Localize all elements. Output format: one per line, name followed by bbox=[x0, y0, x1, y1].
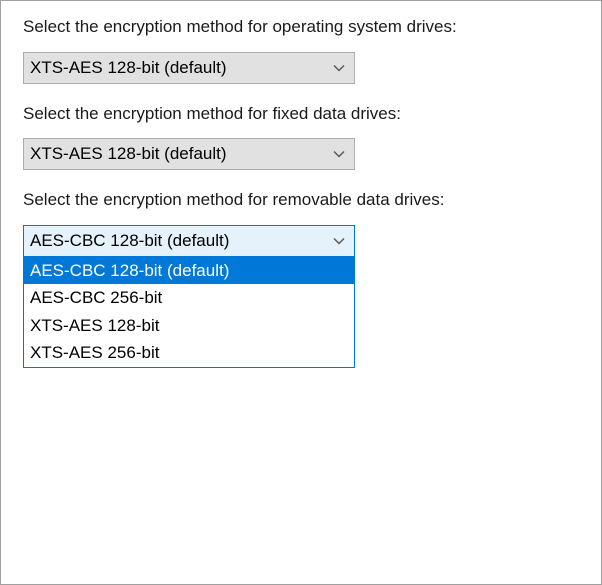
removable-drives-label: Select the encryption method for removab… bbox=[23, 188, 543, 213]
dropdown-option[interactable]: XTS-AES 128-bit bbox=[24, 312, 354, 340]
os-drives-label: Select the encryption method for operati… bbox=[23, 15, 543, 40]
fixed-drives-label: Select the encryption method for fixed d… bbox=[23, 102, 543, 127]
removable-drives-field: Select the encryption method for removab… bbox=[23, 188, 579, 257]
encryption-settings-panel: Select the encryption method for operati… bbox=[0, 0, 602, 585]
dropdown-option[interactable]: XTS-AES 256-bit bbox=[24, 339, 354, 367]
removable-drives-option-list: AES-CBC 128-bit (default) AES-CBC 256-bi… bbox=[23, 256, 355, 368]
fixed-drives-dropdown[interactable]: XTS-AES 128-bit (default) bbox=[23, 138, 355, 170]
os-drives-selected-value: XTS-AES 128-bit (default) bbox=[30, 58, 227, 78]
chevron-down-icon bbox=[332, 234, 346, 248]
os-drives-field: Select the encryption method for operati… bbox=[23, 15, 579, 84]
removable-drives-selected-value: AES-CBC 128-bit (default) bbox=[30, 231, 229, 251]
removable-drives-dropdown-wrapper: AES-CBC 128-bit (default) AES-CBC 128-bi… bbox=[23, 225, 355, 257]
dropdown-option[interactable]: AES-CBC 256-bit bbox=[24, 284, 354, 312]
removable-drives-dropdown[interactable]: AES-CBC 128-bit (default) bbox=[23, 225, 355, 257]
fixed-drives-selected-value: XTS-AES 128-bit (default) bbox=[30, 144, 227, 164]
dropdown-option[interactable]: AES-CBC 128-bit (default) bbox=[24, 257, 354, 285]
chevron-down-icon bbox=[332, 61, 346, 75]
chevron-down-icon bbox=[332, 147, 346, 161]
fixed-drives-field: Select the encryption method for fixed d… bbox=[23, 102, 579, 171]
os-drives-dropdown[interactable]: XTS-AES 128-bit (default) bbox=[23, 52, 355, 84]
